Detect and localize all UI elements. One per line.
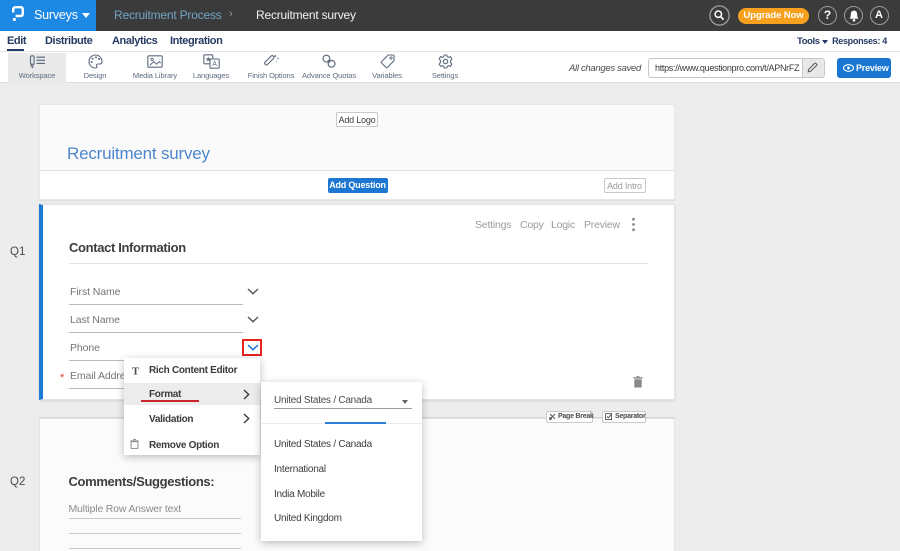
svg-text:A: A <box>212 61 217 68</box>
svg-text:T: T <box>132 365 140 376</box>
